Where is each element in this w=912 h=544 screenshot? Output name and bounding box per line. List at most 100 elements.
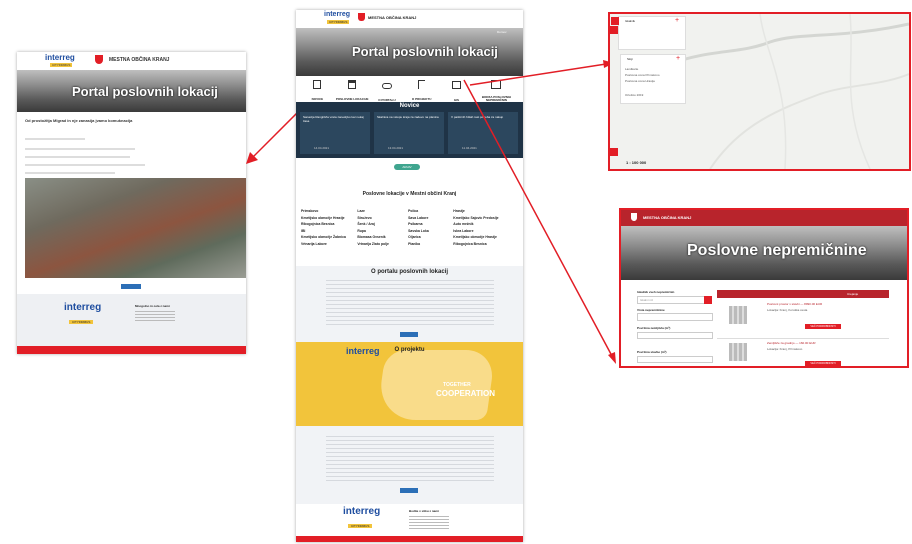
program-sub: CITYFIRMUS [50,63,73,67]
left-footer-title: Mnogolno in cela z nami [135,304,170,308]
news-card[interactable]: Skalnica na vstopu kraja za zadevo na pl… [374,112,444,154]
search-icon[interactable] [611,17,619,25]
news-card[interactable]: Sanacija Rangiršča vzela zanesljivo kar … [300,112,370,154]
re-crest-icon [631,213,637,221]
re-listing-button[interactable]: VEČ PODROBNOSTI [805,361,841,366]
center-crest-icon [358,13,365,21]
top-link[interactable]: Domov [497,30,507,34]
plus-icon[interactable]: + [676,55,680,62]
interreg-logo: interreg [45,53,75,62]
re-listing-title: Poslovni prostor v stavbi — 8990.00 EUR [767,302,823,306]
map-overlay-top: TOGETHER [443,382,471,388]
project-text [326,436,494,484]
re-org-name: MESTNA OBČINA KRANJ [643,215,692,220]
left-banner: Portal poslovnih lokacij [17,70,246,112]
gis-search-label: Iskalnik [625,19,636,23]
news-card-date: 13.04.2021 [388,146,404,150]
nav-item-portal[interactable]: O PORTALU [370,76,405,102]
footer-interreg-logo: interreg [64,302,102,313]
nav-item-news[interactable]: NOVICE [300,76,335,102]
building-icon [729,306,747,324]
left-text-line [25,156,130,158]
layer-item[interactable]: Landkarte [625,67,638,71]
left-text-line [25,164,145,166]
project-share-buttons[interactable] [400,488,418,493]
re-filter-heading: Iskalnik vseh nepremičnin [637,290,675,294]
menu-icon[interactable] [610,26,618,34]
kranj-crest-icon [95,55,103,64]
newspaper-icon [313,80,322,89]
center-footer-badge: CITYFIRMUS [348,524,373,528]
center-header: interreg CITYFIRMUS MESTNA OBČINA KRANJ [296,10,523,28]
re-range-input[interactable] [637,332,713,339]
flag-icon [418,80,426,89]
layer-item[interactable]: Poslovna cona Hrastje [625,79,655,83]
re-filter-label: Površina zemljišča (m²) [637,326,671,330]
re-results-header[interactable]: Urejanje [847,292,858,296]
left-share-buttons[interactable] [121,284,141,289]
left-text-line [25,138,85,140]
center-interreg-logo: interreg [324,11,351,18]
realestate-page: MESTNA OBČINA KRANJ Poslovne nepremičnin… [619,208,909,368]
left-text-line [25,148,135,150]
gis-layers-panel[interactable]: Sloji + Landkarte Poslovna cona Primskov… [620,54,686,104]
locations-col-1: Primskovo Kmetijsko območje Hrastje Ribogo… [301,208,357,247]
center-org-name: MESTNA OBČINA KRANJ [368,15,417,20]
nav-item-locations[interactable]: POSLOVNE LOKACIJE [335,76,370,102]
re-listing[interactable]: Poslovni prostor v stavbi — 8990.00 EUR … [717,302,889,336]
re-range-input[interactable] [637,356,713,363]
re-listing-button[interactable]: VEČ PODROBNOSTI [805,324,841,329]
center-footer: interreg CITYFIRMUS Bodite v stiku z nam… [296,504,523,536]
gis-search-panel[interactable]: Iskalnik + [611,16,686,50]
re-header: MESTNA OBČINA KRANJ [621,210,907,226]
nav-label: O PROJEKTU [411,97,432,101]
center-banner-title: Portal poslovnih lokacij [352,44,498,59]
re-filter: Iskalnik vseh nepremičnin Iskalni niz Vr… [637,290,715,366]
location-link[interactable]: Vrtnarija Zlato polje [357,241,408,248]
layer-bottom-label: Ortofoto 2019 [625,93,644,97]
layer-item[interactable]: Poslovna cona Primskovo [625,73,660,77]
plus-icon[interactable]: + [675,17,679,24]
re-listing-detail: Lokacija: Kranj, Koroška cesta [767,308,808,312]
re-banner: Poslovne nepremičnine [621,226,907,280]
zoom-icon[interactable] [610,148,618,156]
news-card-title: Skalnica na vstopu kraja za zadevo na pl… [377,115,439,119]
org-name: MESTNA OBČINA KRANJ [109,57,170,63]
nav-label: POSLOVNE LOKACIJE [335,97,369,101]
news-card-date: 14.04.2021 [314,146,330,150]
re-listing-detail: Lokacija: Kranj, Primskovo [767,347,803,351]
re-filter-label: Površina stavbe (m²) [637,350,667,354]
re-banner-title: Poslovne nepremičnine [687,242,867,259]
re-results-bar: Urejanje [717,290,889,298]
nav-item-project[interactable]: O PROJEKTU [404,76,439,102]
center-footer-interreg: interreg [343,506,381,517]
left-header: interreg CITYFIRMUS MESTNA OBČINA KRANJ [17,52,246,70]
gis-scale: 1 : 100 000 [626,160,647,165]
gis-layers-label: Sloji [627,57,633,61]
footer-project-badge: CITYFIRMUS [69,320,94,324]
map-overlay: COOPERATION [436,389,495,398]
re-listing-title: Zemljišče za gradnjo — 160.00 EUR [767,341,816,345]
about-share-buttons[interactable] [400,332,418,337]
left-aerial-image [25,178,246,278]
center-footer-title: Bodite v stiku z nami [409,509,439,513]
re-listing[interactable]: Zemljišče za gradnjo — 160.00 EUR Lokaci… [717,338,889,366]
left-text-line [25,172,115,174]
news-card-title: Sanacija Rangiršča vzela zanesljivo kar … [303,115,364,123]
news-archive-button[interactable]: ARHIV [394,164,420,170]
buildings-icon [348,80,357,89]
re-type-select[interactable] [637,313,713,321]
center-project-badge: CITYFIRMUS [327,20,350,24]
re-search-input[interactable]: Iskalni niz [637,296,705,304]
location-link[interactable]: Vrtnarija Labore [301,241,357,248]
left-banner-title: Portal poslovnih lokacij [72,84,218,99]
center-footer-contact [409,516,449,530]
building-icon [729,343,747,361]
nav-label: NOVICE [311,97,324,101]
handshake-icon [381,83,392,89]
search-icon[interactable] [704,296,712,304]
project-text-section [296,426,523,504]
gis-panel: Iskalnik + Sloji + Landkarte Poslovna co… [608,12,911,171]
left-page: interreg CITYFIRMUS MESTNA OBČINA KRANJ … [17,52,246,354]
left-footer-bar [17,346,246,354]
